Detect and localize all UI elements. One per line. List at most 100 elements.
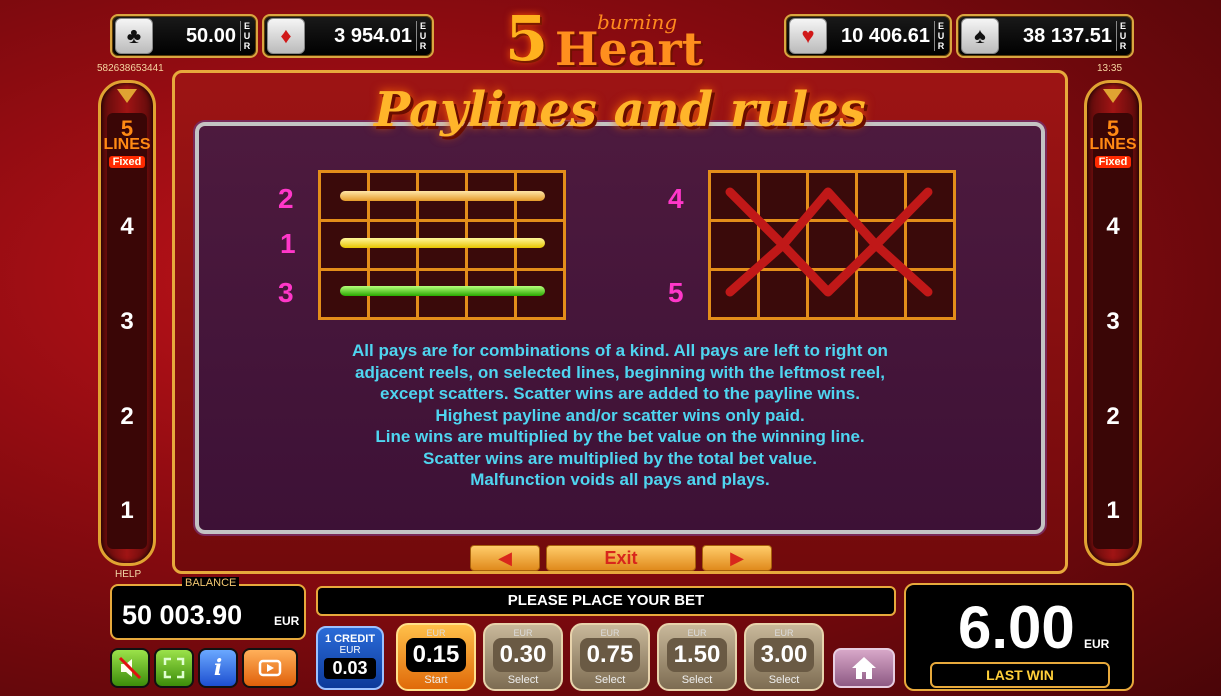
left-lines-bar: 5 LINES Fixed 4 3 2 1 — [98, 80, 156, 566]
balance-label: BALANCE — [182, 577, 240, 589]
line-number: 3 — [1106, 308, 1120, 335]
jackpot-hearts: ♥ 10 406.61 E U R — [784, 14, 952, 58]
line-number: 4 — [120, 213, 134, 240]
payline-1 — [340, 238, 545, 248]
payline-label: 1 — [280, 228, 296, 259]
home-icon — [852, 657, 876, 679]
diamonds-icon: ♦ — [267, 18, 305, 54]
info-button[interactable]: i — [198, 648, 238, 688]
last-win-currency: EUR — [1084, 637, 1110, 651]
help-label[interactable]: HELP — [115, 569, 141, 580]
right-lines-bar: 5 LINES Fixed 4 3 2 1 — [1084, 80, 1142, 566]
autoplay-button[interactable] — [242, 648, 298, 688]
lines-count: 5 — [1106, 116, 1120, 141]
bet-value: 0.15 — [406, 638, 466, 672]
exit-button[interactable]: Exit — [546, 545, 696, 571]
status-message: PLEASE PLACE YOUR BET — [316, 586, 896, 616]
credit-denomination-button[interactable]: 1 CREDIT EUR 0.03 — [316, 626, 384, 690]
last-win-value: 6.00 — [958, 594, 1075, 661]
rules-line: All pays are for combinations of a kind.… — [352, 341, 888, 360]
fullscreen-icon — [163, 657, 185, 679]
jackpot-diamonds: ♦ 3 954.01 E U R — [262, 14, 434, 58]
jackpot-clubs: ♣ 50.00 E U R — [110, 14, 258, 58]
bet-value: 3.00 — [754, 638, 814, 672]
bet-currency: EUR — [774, 628, 794, 638]
payline-label: 3 — [278, 277, 294, 308]
bet-currency: EUR — [426, 628, 446, 638]
balance-display: BALANCE 50 003.90 EUR — [110, 577, 306, 640]
lines-fixed: Fixed — [108, 156, 146, 168]
sound-toggle-button[interactable] — [110, 648, 150, 688]
prev-page-button[interactable]: ◀ — [470, 545, 540, 571]
info-icon: i — [213, 655, 223, 681]
bet-button[interactable]: EUR 0.30 Select — [483, 623, 563, 691]
lines-count: 5 — [120, 116, 134, 141]
page-title: Paylines and rules — [374, 82, 866, 138]
logo-number: 5 — [505, 2, 549, 75]
line-number: 2 — [1106, 403, 1120, 430]
chevron-down-icon — [1103, 89, 1123, 103]
bet-value: 0.30 — [493, 638, 553, 672]
jackpot-currency: E U R — [416, 21, 428, 51]
rules-line: Highest payline and/or scatter wins only… — [435, 405, 805, 425]
lines-indicator: 5 LINES Fixed — [101, 116, 153, 170]
rules-line: adjacent reels, on selected lines, begin… — [355, 362, 885, 382]
bet-currency: EUR — [687, 628, 707, 638]
bet-button[interactable]: EUR 0.75 Select — [570, 623, 650, 691]
rules-line: Scatter wins are multiplied by the total… — [423, 448, 817, 468]
jackpot-currency: E U R — [1116, 21, 1128, 51]
lines-fixed: Fixed — [1094, 156, 1132, 168]
logo-word: Heart — [555, 22, 704, 76]
payline-4 — [725, 187, 933, 297]
lines-label: LINES — [1089, 136, 1137, 153]
rules-text: All pays are for combinations of a kind.… — [195, 340, 1045, 491]
bet-currency: EUR — [600, 628, 620, 638]
payline-label: 2 — [278, 183, 294, 214]
arrow-left-icon: ◀ — [498, 547, 512, 568]
line-number: 2 — [120, 403, 134, 430]
home-button[interactable] — [833, 648, 895, 688]
bet-label: Select — [681, 674, 713, 686]
line-number: 1 — [120, 497, 134, 524]
jackpot-value: 50.00 — [185, 24, 236, 47]
autoplay-icon — [258, 659, 282, 677]
bet-button[interactable]: EUR 1.50 Select — [657, 623, 737, 691]
payline-5 — [725, 187, 933, 297]
lines-label: LINES — [103, 136, 151, 153]
clubs-icon: ♣ — [115, 18, 153, 54]
jackpot-spades: ♠ 38 137.51 E U R — [956, 14, 1134, 58]
lines-indicator: 5 LINES Fixed — [1087, 116, 1139, 170]
payline-3 — [340, 286, 545, 296]
balance-currency: EUR — [274, 614, 300, 628]
credit-currency: EUR — [339, 645, 361, 656]
payline-2 — [340, 191, 545, 201]
game-logo: 5 burning Heart — [505, 2, 720, 76]
jackpot-value: 3 954.01 — [334, 24, 412, 47]
next-page-button[interactable]: ▶ — [702, 545, 772, 571]
last-win-display: 6.00 EUR LAST WIN — [904, 583, 1134, 691]
session-id: 582638653441 — [97, 63, 164, 74]
balance-value: 50 003.90 — [122, 600, 243, 630]
jackpot-currency: E U R — [934, 21, 946, 51]
hearts-icon: ♥ — [789, 18, 827, 54]
line-number: 4 — [1106, 213, 1120, 240]
bet-label: Select — [768, 674, 800, 686]
line-number: 3 — [120, 308, 134, 335]
payline-zigzags — [725, 187, 933, 297]
last-win-label: LAST WIN — [930, 662, 1110, 688]
payline-label: 5 — [668, 277, 684, 308]
bet-button[interactable]: EUR 3.00 Select — [744, 623, 824, 691]
bet-currency: EUR — [513, 628, 533, 638]
arrow-right-icon: ▶ — [730, 547, 744, 568]
rules-line: Malfunction voids all pays and plays. — [470, 470, 770, 489]
line-number: 1 — [1106, 497, 1120, 524]
bet-button[interactable]: EUR 0.15 Start — [396, 623, 476, 691]
credit-label: 1 CREDIT — [324, 633, 376, 645]
jackpot-currency: E U R — [240, 21, 252, 51]
jackpot-value: 38 137.51 — [1023, 24, 1112, 47]
spades-icon: ♠ — [961, 18, 999, 54]
fullscreen-button[interactable] — [154, 648, 194, 688]
bet-label: Select — [594, 674, 626, 686]
rules-line: except scatters. Scatter wins are added … — [380, 384, 860, 403]
jackpot-value: 10 406.61 — [841, 24, 930, 47]
